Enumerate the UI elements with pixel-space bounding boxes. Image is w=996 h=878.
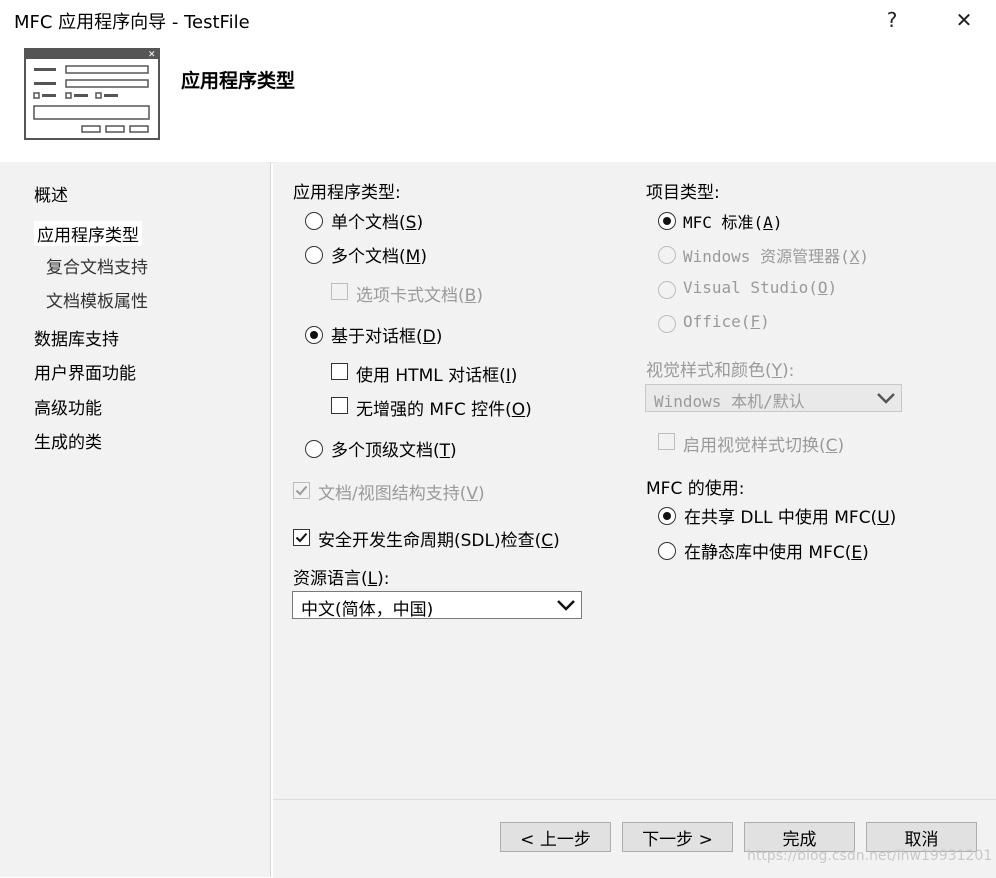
nav-item-database[interactable]: 数据库支持 [34,325,119,350]
explorer-radio[interactable] [658,246,676,264]
mfc-standard-label[interactable]: MFC 标准(A) [683,209,782,233]
static-lib-label[interactable]: 在静态库中使用 MFC(E) [684,538,869,563]
visual-style-dropdown[interactable]: Windows 本机/默认 [645,384,902,412]
wizard-nav: 概述 应用程序类型 复合文档支持 文档模板属性 数据库支持 用户界面功能 高级功… [0,162,271,877]
resource-language-label: 资源语言(L): [293,569,390,589]
app-type-heading: 应用程序类型: [293,183,401,203]
nav-item-generated-classes[interactable]: 生成的类 [34,428,102,453]
nav-item-ui-features[interactable]: 用户界面功能 [34,359,136,384]
visual-style-label: 视觉样式和颜色(Y): [646,361,795,381]
title-bar: MFC 应用程序向导 - TestFile ? ✕ [0,0,996,40]
no-enhanced-mfc-label[interactable]: 无增强的 MFC 控件(O) [356,395,532,420]
shared-dll-radio[interactable] [658,507,676,525]
nav-item-doc-template[interactable]: 文档模板属性 [46,287,148,312]
resource-language-value: 中文(简体，中国) [301,600,434,620]
tabbed-docs-label: 选项卡式文档(B) [356,286,483,306]
office-label: Office(F) [683,312,770,331]
watermark: https://blog.csdn.net/lhw19931201 [747,848,993,864]
visual-studio-label: Visual Studio(O) [683,278,838,297]
no-enhanced-mfc-checkbox[interactable] [331,397,348,414]
check-mark-icon [295,532,308,543]
svg-text:✕: ✕ [148,50,156,60]
close-button[interactable]: ✕ [944,4,984,36]
resource-language-dropdown[interactable]: 中文(简体，中国) [292,591,582,620]
multi-doc-radio[interactable] [305,246,323,264]
style-switch-checkbox[interactable] [658,433,675,450]
docview-checkbox[interactable] [293,482,310,499]
sdl-checkbox[interactable] [293,529,310,546]
dialog-based-label[interactable]: 基于对话框(D) [331,322,442,347]
nav-item-advanced[interactable]: 高级功能 [34,394,102,419]
static-lib-radio[interactable] [658,542,676,560]
dialog-based-radio[interactable] [305,326,323,344]
check-mark-icon [295,485,308,496]
nav-item-app-type[interactable]: 应用程序类型 [34,221,142,246]
multi-toplevel-label[interactable]: 多个顶级文档(T) [331,436,457,461]
wizard-dialog-icon: ✕ [24,48,160,140]
mfc-standard-radio[interactable] [658,212,676,230]
chevron-down-icon [877,393,895,404]
visual-studio-radio[interactable] [658,281,676,299]
nav-item-overview[interactable]: 概述 [34,181,68,206]
docview-label: 文档/视图结构支持(V) [318,484,485,504]
single-doc-label[interactable]: 单个文档(S) [331,208,423,233]
multi-doc-label[interactable]: 多个文档(M) [331,242,427,267]
help-button[interactable]: ? [872,4,912,36]
explorer-label: Windows 资源管理器(X) [683,247,869,266]
shared-dll-label[interactable]: 在共享 DLL 中使用 MFC(U) [684,503,896,528]
next-button[interactable]: 下一步 > [622,822,733,852]
mfc-use-heading: MFC 的使用: [646,479,745,499]
style-switch-label: 启用视觉样式切换(C) [683,436,845,456]
tabbed-docs-checkbox[interactable] [331,283,348,300]
multi-toplevel-radio[interactable] [305,440,323,458]
prev-button[interactable]: < 上一步 [500,822,611,852]
nav-item-compound-doc[interactable]: 复合文档支持 [46,253,148,278]
project-type-heading: 项目类型: [646,183,720,203]
visual-style-value: Windows 本机/默认 [654,392,805,411]
office-radio[interactable] [658,315,676,333]
page-title: 应用程序类型 [181,70,296,92]
single-doc-radio[interactable] [305,212,323,230]
window-title: MFC 应用程序向导 - TestFile [14,12,250,33]
sdl-label[interactable]: 安全开发生命周期(SDL)检查(C) [318,526,560,551]
html-dialog-checkbox[interactable] [331,363,348,380]
chevron-down-icon [557,600,575,611]
html-dialog-label[interactable]: 使用 HTML 对话框(I) [356,361,517,386]
